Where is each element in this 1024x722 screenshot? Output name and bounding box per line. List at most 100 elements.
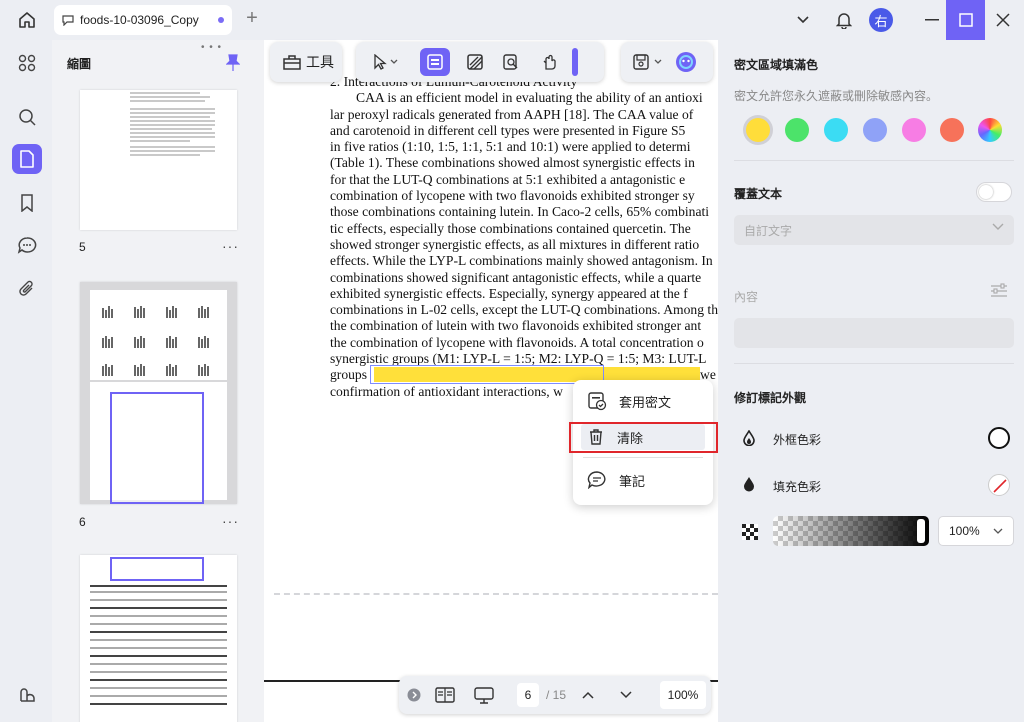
next-page-button[interactable] xyxy=(615,676,637,714)
ai-assistant-icon xyxy=(676,52,696,72)
custom-text-select[interactable]: 自訂文字 xyxy=(734,215,1014,245)
overlay-text-title: 覆蓋文本 xyxy=(734,187,783,201)
tabs-dropdown-button[interactable] xyxy=(792,0,814,40)
presentation-icon xyxy=(474,687,494,704)
save-dropdown-button[interactable] xyxy=(631,48,667,76)
rail-search[interactable] xyxy=(12,102,42,132)
doc-line: CAA is an efficient model in evaluating … xyxy=(356,90,703,106)
swatch-periwinkle[interactable] xyxy=(863,118,887,142)
two-page-icon xyxy=(435,687,455,703)
note-label: 筆記 xyxy=(619,473,646,489)
page-number-6: 6 xyxy=(79,515,86,529)
document-text: 2. Interactions of Lumun-Carotenoid Acti… xyxy=(330,74,718,400)
content-input[interactable] xyxy=(734,318,1014,348)
toolbar-scroll-indicator[interactable] xyxy=(572,48,578,76)
presentation-button[interactable] xyxy=(471,676,497,714)
tools-menu-button[interactable]: 工具 xyxy=(270,42,342,82)
sliders-icon xyxy=(991,283,1007,297)
thumbnail-panel-title: 縮圖 xyxy=(67,57,92,71)
swatch-pink[interactable] xyxy=(902,118,926,142)
chevron-right-circle-icon xyxy=(407,688,421,702)
user-avatar[interactable]: 右 xyxy=(869,8,893,32)
apply-redaction-label: 套用密文 xyxy=(619,394,672,410)
page-thumbnail-7[interactable] xyxy=(80,555,237,722)
current-page-input[interactable]: 6 xyxy=(517,683,539,707)
border-color-picker[interactable] xyxy=(988,427,1010,449)
viewport-indicator[interactable] xyxy=(110,392,204,504)
page-thumbnail-6[interactable] xyxy=(80,282,237,504)
overlay-text-toggle[interactable] xyxy=(976,182,1012,202)
page-break-divider xyxy=(274,593,718,595)
toolbox-icon xyxy=(283,55,301,70)
rail-thumbnails-grid[interactable] xyxy=(12,48,42,78)
page-5-more-button[interactable]: ··· xyxy=(222,238,239,254)
swatch-yellow[interactable] xyxy=(746,118,770,142)
rail-bottom-tool[interactable] xyxy=(12,680,42,710)
opacity-slider-handle[interactable] xyxy=(917,519,925,543)
chevron-down-icon xyxy=(797,16,809,24)
viewport-indicator-7[interactable] xyxy=(110,557,204,581)
cursor-icon xyxy=(374,54,398,70)
swatch-custom-color[interactable] xyxy=(978,118,1002,142)
doc-line: in five ratios (1:10, 1:5, 1:1, 5:1 and … xyxy=(330,139,691,155)
content-label: 內容 xyxy=(734,290,759,304)
drag-handle[interactable]: • • • xyxy=(201,42,222,53)
opacity-icon xyxy=(742,524,758,540)
fill-color-picker[interactable] xyxy=(988,474,1010,496)
doc-line: and carotenoid in different cell types w… xyxy=(330,122,686,138)
search-doc-icon xyxy=(503,54,518,70)
comment-icon xyxy=(62,15,74,26)
apply-redaction-icon xyxy=(588,392,607,411)
save-icon xyxy=(633,54,662,70)
page-icon xyxy=(20,150,34,168)
stamp-tool-button[interactable] xyxy=(534,48,564,76)
content-settings-button[interactable] xyxy=(990,282,1008,303)
notification-button[interactable] xyxy=(832,0,856,40)
swatch-cyan[interactable] xyxy=(824,118,848,142)
rail-comments[interactable] xyxy=(12,230,42,260)
maximize-button[interactable] xyxy=(946,0,985,40)
chevron-down-icon xyxy=(620,691,632,699)
previous-page-button[interactable] xyxy=(577,676,599,714)
annotation-toolbar xyxy=(356,42,604,82)
note-menu-item[interactable]: 筆記 xyxy=(581,467,705,493)
comment-bubble-icon xyxy=(17,237,37,254)
collapse-nav-button[interactable] xyxy=(405,676,423,714)
bell-icon xyxy=(836,13,852,29)
swatch-green[interactable] xyxy=(785,118,809,142)
opacity-select[interactable]: 100% xyxy=(938,516,1014,546)
page-layout-button[interactable] xyxy=(433,676,457,714)
search-redact-button[interactable] xyxy=(496,48,526,76)
rail-bookmarks[interactable] xyxy=(12,188,42,218)
page-6-more-button[interactable]: ··· xyxy=(222,513,239,529)
minimize-button[interactable] xyxy=(920,0,944,40)
rail-pages[interactable] xyxy=(12,144,42,174)
doc-line: tic effects, especially those combinatio… xyxy=(330,220,691,236)
page-number-5: 5 xyxy=(79,240,86,254)
total-pages: / 15 xyxy=(545,688,566,702)
zoom-level[interactable]: 100% xyxy=(660,681,706,709)
page-thumbnail-5[interactable] xyxy=(80,90,237,230)
select-tool-button[interactable] xyxy=(366,48,406,76)
swatch-coral[interactable] xyxy=(940,118,964,142)
panel-divider xyxy=(734,160,1014,161)
appearance-title: 修訂標記外觀 xyxy=(734,391,807,405)
fill-color-label: 填充色彩 xyxy=(773,480,822,494)
document-tab[interactable]: foods-10-03096_Copy xyxy=(54,5,232,35)
area-redact-button[interactable] xyxy=(460,48,490,76)
home-button[interactable] xyxy=(14,8,40,32)
close-window-button[interactable] xyxy=(990,0,1016,40)
left-rail xyxy=(0,40,52,722)
ai-assistant-button[interactable] xyxy=(673,48,699,76)
doc-line: the combination of lycopene with flavono… xyxy=(330,334,704,350)
doc-line: showed stronger synergistic effects, as … xyxy=(330,236,700,252)
redaction-selection-outline xyxy=(370,365,604,384)
pin-button[interactable] xyxy=(225,54,241,75)
redact-tool-button[interactable] xyxy=(420,48,450,76)
doc-line: effects. While the LYP-L combinations ma… xyxy=(330,253,713,269)
new-tab-button[interactable]: + xyxy=(242,8,262,29)
rail-attachments[interactable] xyxy=(12,274,42,304)
opacity-slider[interactable] xyxy=(773,516,929,546)
apply-redaction-menu-item[interactable]: 套用密文 xyxy=(581,388,705,414)
maximize-icon xyxy=(958,13,973,27)
